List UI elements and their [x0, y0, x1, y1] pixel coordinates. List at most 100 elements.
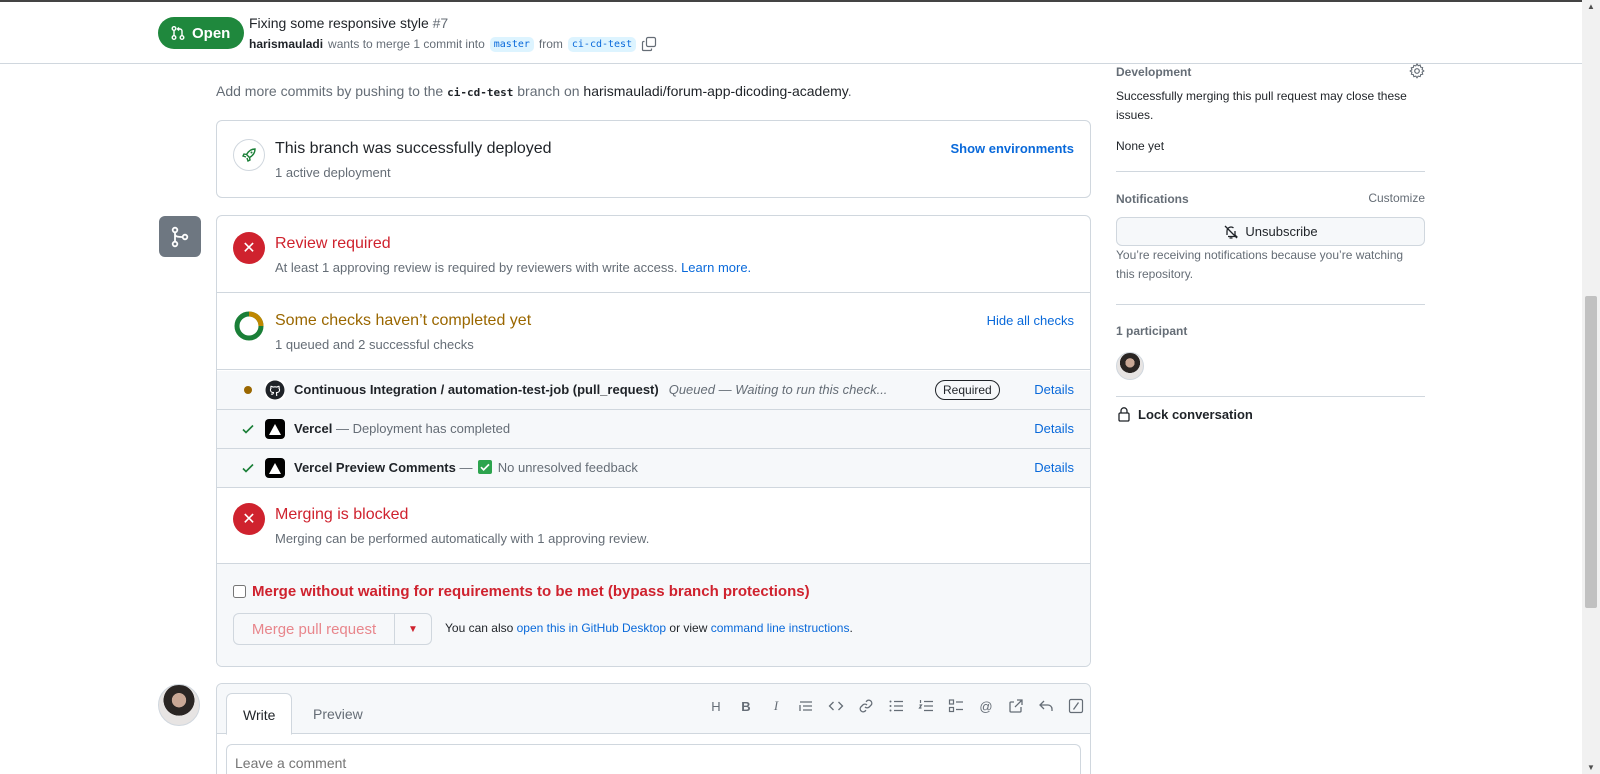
check-status-prefix: —: [459, 460, 473, 475]
pr-state-label: Open: [192, 24, 231, 42]
code-icon[interactable]: [828, 698, 844, 714]
check-name: Continuous Integration / automation-test…: [294, 382, 659, 397]
show-environments-link[interactable]: Show environments: [950, 141, 1074, 156]
required-badge: Required: [935, 380, 1000, 400]
ordered-list-icon[interactable]: [918, 698, 934, 714]
check-name: Vercel Preview Comments: [294, 460, 456, 475]
heading-icon[interactable]: H: [708, 698, 724, 714]
vercel-icon: [265, 419, 285, 439]
hide-all-checks-link[interactable]: Hide all checks: [987, 313, 1074, 328]
check-details-link[interactable]: Details: [1034, 421, 1074, 436]
check-details-link[interactable]: Details: [1034, 382, 1074, 397]
check-row: Vercel Preview Comments — No unresolved …: [217, 449, 1090, 488]
lock-conversation[interactable]: Lock conversation: [1116, 406, 1253, 422]
deployment-box: This branch was successfully deployed 1 …: [216, 120, 1091, 198]
learn-more-link[interactable]: Learn more.: [681, 260, 751, 275]
check-status: No unresolved feedback: [497, 460, 638, 475]
quote-icon[interactable]: [798, 698, 814, 714]
pr-state-badge: Open: [158, 17, 245, 49]
notifications-text: You’re receiving notifications because y…: [1116, 248, 1404, 281]
copy-icon[interactable]: [641, 36, 657, 52]
scroll-up-icon[interactable]: ▲: [1587, 2, 1595, 11]
pr-title: Fixing some responsive style #7: [249, 15, 448, 31]
blocked-title: Merging is blocked: [275, 506, 409, 523]
unsubscribe-button[interactable]: Unsubscribe: [1116, 217, 1425, 246]
open-github-desktop-link[interactable]: open this in GitHub Desktop: [517, 621, 666, 635]
unordered-list-icon[interactable]: [888, 698, 904, 714]
git-pull-request-icon: [171, 26, 185, 40]
check-icon: [241, 422, 255, 436]
push-hint: Add more commits by pushing to the ci-cd…: [216, 83, 852, 99]
lock-icon: [1118, 407, 1130, 422]
pr-title-text[interactable]: Fixing some responsive style: [249, 15, 429, 31]
divider: [1116, 304, 1425, 305]
divider: [1116, 171, 1425, 172]
composer-tabs: Write Preview H B I @: [217, 684, 1090, 735]
check-text: Vercel Preview Comments — No unresolved …: [294, 460, 638, 475]
bypass-checkbox[interactable]: [233, 585, 246, 598]
scroll-down-icon[interactable]: ▼: [1587, 763, 1595, 772]
check-row: Vercel — Deployment has completed Detail…: [217, 410, 1090, 449]
review-text: At least 1 approving review is required …: [275, 260, 678, 275]
comment-composer: Write Preview H B I @: [216, 683, 1091, 774]
check-name: Vercel: [294, 421, 333, 436]
head-branch[interactable]: ci-cd-test: [567, 36, 637, 52]
development-text: Successfully merging this pull request m…: [1116, 89, 1407, 122]
merge-button-group: Merge pull request ▼: [233, 613, 432, 645]
git-branch-icon: [159, 216, 201, 257]
reply-icon[interactable]: [1038, 698, 1054, 714]
from-text: from: [538, 37, 563, 51]
merge-actions-section: Merge without waiting for requirements t…: [217, 564, 1090, 666]
check-row: Continuous Integration / automation-test…: [217, 371, 1090, 410]
caret-down-icon[interactable]: ▼: [395, 613, 432, 645]
avatar[interactable]: [158, 684, 200, 726]
pr-meta: harismauladi wants to merge 1 commit int…: [249, 36, 657, 52]
scroll-thumb[interactable]: [1585, 296, 1597, 608]
mention-icon[interactable]: @: [978, 698, 994, 714]
merge-alt-prefix: You can also: [445, 621, 514, 635]
merge-pull-request-button[interactable]: Merge pull request: [233, 613, 395, 645]
task-list-icon[interactable]: [948, 698, 964, 714]
base-branch[interactable]: master: [489, 36, 534, 52]
bold-icon[interactable]: B: [738, 698, 754, 714]
rocket-icon: [233, 139, 265, 171]
slash-command-icon[interactable]: [1068, 698, 1084, 714]
x-circle-icon: ✕: [233, 503, 265, 535]
comment-input[interactable]: [226, 744, 1081, 774]
review-required-section: ✕ Review required At least 1 approving r…: [217, 216, 1090, 293]
check-icon: [241, 461, 255, 475]
check-status: Queued — Waiting to run this check...: [668, 382, 888, 397]
vercel-icon: [265, 458, 285, 478]
participant-avatar[interactable]: [1116, 352, 1144, 380]
merge-text: wants to merge 1 commit into: [328, 37, 485, 51]
bypass-option[interactable]: Merge without waiting for requirements t…: [233, 583, 810, 600]
check-text: Vercel — Deployment has completed: [294, 421, 510, 436]
italic-icon[interactable]: I: [768, 698, 784, 714]
check-status: — Deployment has completed: [335, 421, 511, 436]
scrollbar[interactable]: ▲ ▼: [1582, 0, 1600, 774]
command-line-instructions-link[interactable]: command line instructions: [711, 621, 850, 635]
gear-icon[interactable]: [1409, 63, 1425, 79]
merge-alt-suffix: .: [849, 621, 853, 635]
hint-branch: ci-cd-test: [447, 86, 514, 99]
checks-subtitle: 1 queued and 2 successful checks: [275, 337, 474, 352]
pr-author-link[interactable]: harismauladi: [249, 37, 323, 51]
merge-alt-middle: or view: [669, 621, 708, 635]
development-none: None yet: [1116, 139, 1165, 153]
tab-write[interactable]: Write: [226, 693, 293, 735]
unsubscribe-label: Unsubscribe: [1245, 224, 1318, 239]
check-details-link[interactable]: Details: [1034, 460, 1074, 475]
cross-reference-icon[interactable]: [1008, 698, 1024, 714]
tab-preview[interactable]: Preview: [297, 693, 379, 735]
participants-heading: 1 participant: [1116, 324, 1188, 338]
sticky-header: Open Fixing some responsive style #7 har…: [0, 0, 1582, 64]
link-icon[interactable]: [858, 698, 874, 714]
deployment-title: This branch was successfully deployed: [275, 140, 552, 157]
queued-dot-icon: [241, 383, 255, 397]
checks-title: Some checks haven’t completed yet: [275, 312, 532, 329]
review-text-line: At least 1 approving review is required …: [275, 260, 751, 275]
pr-number: #7: [432, 15, 449, 31]
customize-link[interactable]: Customize: [1368, 189, 1425, 208]
checkbox-icon: [478, 460, 493, 474]
merge-alternatives: You can also open this in GitHub Desktop…: [445, 621, 853, 635]
